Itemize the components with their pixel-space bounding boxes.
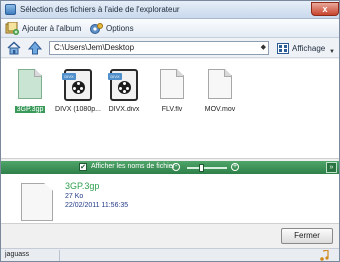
document-icon [21, 183, 53, 221]
status-text: jaguass [5, 251, 30, 258]
album-add-icon [5, 22, 19, 35]
view-menu-label: Affichage [292, 43, 326, 53]
view-menu-button[interactable]: Affichage [277, 41, 325, 55]
file-grid: 3GP.3gp DIVX DIVX (1080p... DIVX DIVX.di… [1, 59, 339, 159]
window-close-button[interactable]: x [311, 2, 339, 16]
file-item-3gp[interactable]: 3GP.3gp [7, 69, 53, 115]
options-label: Options [106, 24, 134, 33]
file-name: DIVX.divx [108, 106, 140, 113]
home-icon[interactable] [7, 41, 21, 55]
file-name: FLV.flv [161, 106, 183, 113]
options-button[interactable]: Options [89, 22, 134, 35]
show-filenames-label: Afficher les noms de fichier [91, 163, 175, 170]
divx-badge: DIVX [108, 73, 122, 80]
zoom-slider[interactable] [187, 167, 227, 169]
dialog-footer: Fermer [1, 224, 339, 248]
add-to-album-label: Ajouter à l'album [22, 24, 82, 33]
document-icon [160, 69, 184, 99]
title-bar[interactable]: Sélection des fichiers à l'aide de l'exp… [1, 1, 339, 19]
navigation-bar: C:\Users\Jem\Desktop ◆ Affichage ▼ [1, 38, 339, 58]
file-item-flv[interactable]: FLV.flv [149, 69, 195, 113]
show-filenames-checkbox[interactable]: ✔ [79, 163, 87, 171]
detail-file-size: 27 Ko [65, 193, 84, 200]
file-item-divx[interactable]: DIVX DIVX.divx [101, 69, 147, 113]
document-icon [208, 69, 232, 99]
status-bar: jaguass [1, 248, 339, 261]
detail-file-name: 3GP.3gp [65, 181, 100, 191]
app-icon [5, 4, 16, 15]
document-icon [18, 69, 42, 99]
collapse-details-button[interactable]: » [326, 162, 337, 173]
file-name: DIVX (1080p... [55, 106, 101, 113]
details-pane: 3GP.3gp 27 Ko 22/02/2011 11:56:35 [1, 174, 339, 224]
add-to-album-button[interactable]: Ajouter à l'album [5, 22, 81, 35]
file-name: MOV.mov [204, 106, 236, 113]
file-item-divx-1080p[interactable]: DIVX DIVX (1080p... [55, 69, 101, 113]
file-options-bar: ✔ Afficher les noms de fichier - + » [1, 161, 339, 174]
zoom-in-button[interactable]: + [231, 163, 239, 171]
view-icon [277, 42, 289, 54]
divx-icon: DIVX [62, 69, 92, 101]
explorer-window: Sélection des fichiers à l'aide de l'exp… [0, 0, 340, 262]
address-field[interactable]: C:\Users\Jem\Desktop ◆ [49, 41, 269, 55]
view-dropdown-icon[interactable]: ▼ [329, 49, 335, 55]
gear-icon [90, 23, 103, 34]
up-arrow-icon[interactable] [28, 41, 42, 55]
status-separator [59, 250, 60, 261]
close-button[interactable]: Fermer [281, 228, 333, 244]
divx-icon: DIVX [108, 69, 138, 101]
window-title: Sélection des fichiers à l'aide de l'exp… [20, 5, 180, 14]
music-note-icon [320, 250, 329, 261]
zoom-slider-thumb[interactable] [199, 164, 205, 172]
detail-file-date: 22/02/2011 11:56:35 [65, 202, 129, 209]
chevron-down-icon[interactable]: ◆ [261, 42, 266, 54]
toolbar: Ajouter à l'album Options [1, 19, 339, 38]
file-name: 3GP.3gp [14, 106, 46, 113]
divx-badge: DIVX [62, 73, 76, 80]
file-item-mov[interactable]: MOV.mov [197, 69, 243, 113]
zoom-out-button[interactable]: - [172, 163, 180, 171]
address-path: C:\Users\Jem\Desktop [54, 43, 135, 52]
